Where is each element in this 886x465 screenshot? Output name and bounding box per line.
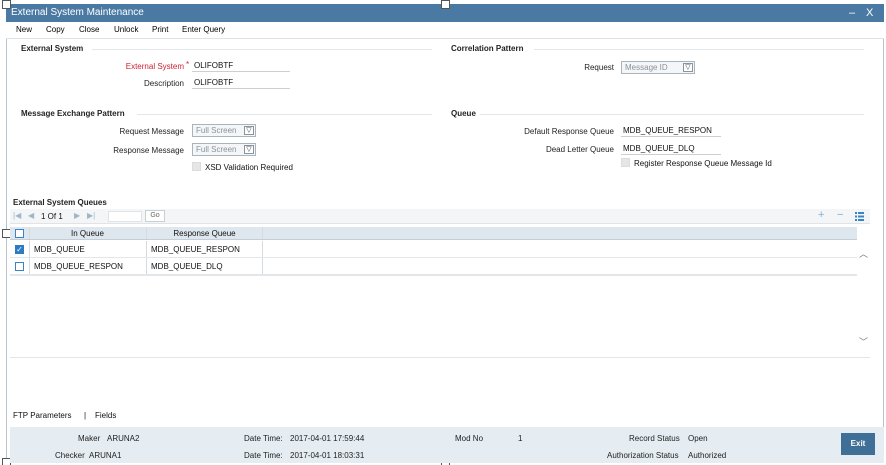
table-row[interactable]: ✓ MDB_QUEUE MDB_QUEUE_RESPON [10,241,857,258]
checker-value: ARUNA1 [89,451,122,460]
grid-bottom-border [10,357,870,358]
maker-datetime-label: Date Time: [244,434,283,443]
default-response-queue-input[interactable] [621,124,721,137]
column-header-response-queue[interactable]: Response Queue [147,229,262,238]
copy-button[interactable]: Copy [46,25,65,34]
xsd-validation-checkbox[interactable] [192,162,201,171]
response-queue-cell[interactable]: MDB_QUEUE_DLQ [147,258,262,274]
footer [10,427,884,463]
default-response-queue-label: Default Response Queue [524,127,614,136]
dead-letter-queue-input[interactable] [621,142,721,155]
maker-label: Maker [78,434,101,443]
request-message-value: Full Screen [196,126,237,135]
row-checkbox[interactable] [15,262,24,271]
minimize-icon[interactable]: – [849,4,855,22]
external-system-input[interactable] [192,59,290,72]
row-checkbox[interactable]: ✓ [15,245,24,254]
section-divider [92,49,432,50]
section-divider [534,49,864,50]
section-title-queue: Queue [451,109,476,118]
record-status-label: Record Status [629,434,680,443]
description-input[interactable] [192,76,290,89]
authorization-status-label: Authorization Status [607,451,679,460]
columns-menu-icon[interactable] [855,212,864,221]
first-page-icon[interactable]: |◀ [13,211,21,220]
section-title-correlation: Correlation Pattern [451,44,524,53]
response-message-value: Full Screen [196,145,237,154]
response-message-select[interactable]: Full Screen ▽ [192,143,256,156]
add-row-icon[interactable]: + [818,209,824,221]
section-title-queues: External System Queues [13,198,107,207]
go-button[interactable]: Go [145,210,165,222]
in-queue-cell[interactable]: MDB_QUEUE_RESPON [30,258,146,274]
next-page-icon[interactable]: ▶ [74,211,80,220]
print-button[interactable]: Print [152,25,168,34]
maker-datetime-value: 2017-04-01 17:59:44 [290,434,365,443]
toolbar: New Copy Close Unlock Print Enter Query [6,22,884,39]
resize-handle-top-left[interactable] [2,0,11,9]
new-button[interactable]: New [16,25,32,34]
exit-button[interactable]: Exit [841,433,875,455]
chevron-down-icon: ▽ [244,126,254,135]
last-page-icon[interactable]: ▶| [87,211,95,220]
chevron-down-icon: ▽ [244,145,254,154]
section-title-external-system: External System [21,44,84,53]
resize-handle-top[interactable] [441,0,450,9]
column-header-in-queue[interactable]: In Queue [30,229,145,238]
external-system-label: External System [125,62,184,71]
prev-page-icon[interactable]: ◀ [28,211,34,220]
authorization-status-value: Authorized [688,451,727,460]
request-message-label: Request Message [119,127,184,136]
close-button[interactable]: Close [79,25,99,34]
section-divider [137,114,432,115]
scroll-down-icon[interactable]: ﹀ [859,335,868,348]
mod-no-label: Mod No [455,434,484,443]
description-label: Description [143,79,184,88]
checker-datetime-value: 2017-04-01 18:03:31 [290,451,365,460]
required-marker: * [186,60,190,69]
remove-row-icon[interactable]: − [837,209,843,221]
register-response-label: Register Response Queue Message Id [634,159,772,168]
mod-no-value: 1 [518,434,523,443]
select-all-checkbox[interactable] [15,229,24,238]
chevron-down-icon: ▽ [683,63,693,72]
fields-link[interactable]: Fields [95,411,116,420]
scroll-up-icon[interactable]: ︿ [859,247,868,260]
grid-pager: |◀ ◀ 1 Of 1 ▶ ▶| Go + − [10,209,870,224]
request-select-value: Message ID [625,63,668,72]
close-icon[interactable]: X [866,4,873,22]
page-number-input[interactable] [108,211,142,222]
section-divider [480,114,864,115]
page-indicator: 1 Of 1 [41,212,63,221]
ftp-parameters-link[interactable]: FTP Parameters [13,411,72,420]
response-message-label: Response Message [113,146,184,155]
link-separator: | [84,411,87,420]
request-message-select[interactable]: Full Screen ▽ [192,124,256,137]
maker-value: ARUNA2 [107,434,140,443]
enter-query-button[interactable]: Enter Query [182,25,225,34]
grid-divider [10,275,857,276]
record-status-value: Open [688,434,708,443]
unlock-button[interactable]: Unlock [114,25,138,34]
table-row[interactable]: MDB_QUEUE_RESPON MDB_QUEUE_DLQ [10,258,857,275]
in-queue-cell[interactable]: MDB_QUEUE [30,241,146,257]
dead-letter-queue-label: Dead Letter Queue [545,145,614,154]
grid-scrollbar[interactable]: ︿ ﹀ [857,241,870,357]
register-response-checkbox[interactable] [621,158,630,167]
request-select[interactable]: Message ID ▽ [621,61,695,74]
checker-label: Checker [55,451,85,460]
grid-header: In Queue Response Queue [10,227,857,240]
xsd-validation-label: XSD Validation Required [205,163,293,172]
request-label: Request [584,63,614,72]
response-queue-cell[interactable]: MDB_QUEUE_RESPON [147,241,262,257]
section-title-message-exchange: Message Exchange Pattern [21,109,125,118]
checker-datetime-label: Date Time: [244,451,283,460]
